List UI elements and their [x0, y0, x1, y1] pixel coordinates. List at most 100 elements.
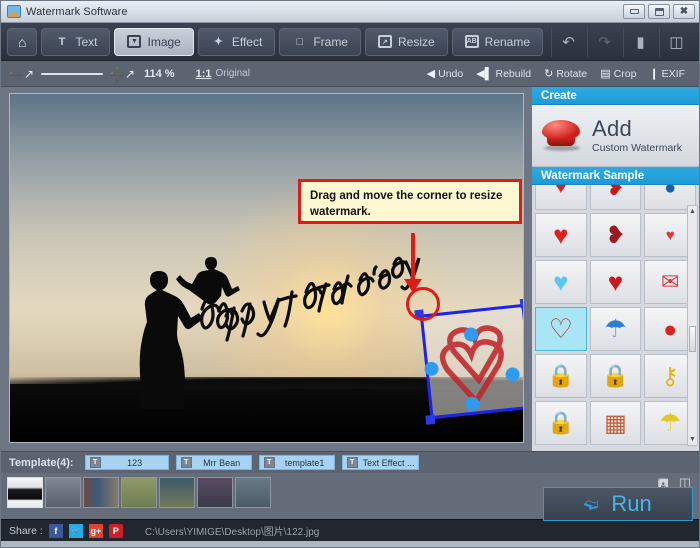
template-bar: Template(4): T 123 T Mrr Bean T template…: [1, 451, 699, 473]
sample-brick-wall[interactable]: ▦: [589, 401, 642, 445]
title-bar: Watermark Software ✖: [1, 1, 699, 23]
sample-scrollbar[interactable]: ▲ ▼: [687, 205, 698, 446]
thumbnail-item[interactable]: [235, 477, 271, 508]
application-window: Watermark Software ✖ ⌂ T Text ▼ Image ✦ …: [0, 0, 700, 548]
minimize-button[interactable]: [623, 4, 645, 19]
zoom-slider[interactable]: [41, 72, 103, 75]
tab-rename[interactable]: AB Rename: [451, 27, 544, 56]
redo-icon[interactable]: ↷: [587, 26, 621, 57]
sample-heart-glossy-red[interactable]: ♥: [535, 213, 587, 257]
exif-action-button[interactable]: ❙ EXIF: [649, 67, 685, 81]
tab-rename-label: Rename: [484, 34, 531, 49]
heart-wings-icon: ♥: [665, 226, 675, 244]
crop-icon: ▤: [600, 68, 611, 80]
tab-effect[interactable]: ✦ Effect: [197, 27, 276, 56]
sample-heart-brush-red[interactable]: ♡: [535, 307, 587, 351]
maximize-button[interactable]: [648, 4, 670, 19]
sample-i-love-you-heart[interactable]: ♥: [589, 260, 642, 304]
thumbnail-item[interactable]: [7, 477, 43, 508]
bottom-bar: 🖪 ◫ ➫ Run: [1, 473, 699, 521]
template-template1[interactable]: T template1: [258, 455, 335, 470]
rebuild-action-label: Rebuild: [495, 67, 532, 80]
sample-padlock-gold[interactable]: 🔒: [535, 354, 587, 398]
image-action-group: ◀ Undo ◀▌ Rebuild ↻ Rotate ▤ Crop ❙ EXIF: [427, 67, 691, 81]
create-section-header: Create: [532, 87, 699, 105]
zoom-bar: ➖↗ ➕↗ 114 % 1:1 Original ◀ Undo ◀▌ Rebui…: [1, 61, 699, 87]
sample-heart-ribbon-red[interactable]: ❥: [589, 185, 642, 210]
main-body: Drag and move the corner to resize water…: [1, 87, 699, 451]
resize-handle-bottom-left[interactable]: [425, 414, 436, 425]
heart-ribbon-red-icon: ❥: [606, 185, 625, 200]
watermark-sample-grid: ♥ ❥ ● ♥ ❥ ♥ ♥ ♥ ✉ ♡ ☂ ● 🔒 🔒 ⚷ 🔒 ▦ ☂ ▲ ▼: [532, 185, 699, 448]
add-sublabel: Custom Watermark: [592, 141, 683, 154]
thumbnail-item[interactable]: [121, 477, 157, 508]
sample-lock-blue[interactable]: 🔒: [589, 354, 642, 398]
padlock-silver-icon: 🔒: [547, 410, 575, 435]
lock-blue-icon: 🔒: [601, 363, 630, 388]
zoom-out-icon[interactable]: ➖↗: [9, 67, 34, 81]
comment-icon[interactable]: ▮: [623, 26, 657, 57]
thumbnail-item[interactable]: [197, 477, 233, 508]
app-icon: [7, 5, 21, 18]
crop-action-button[interactable]: ▤ Crop: [600, 67, 636, 81]
umbrella-blue-icon: ☂: [604, 315, 627, 343]
sample-heart-small-red[interactable]: ♥: [535, 185, 587, 210]
scroll-up-icon[interactable]: ▲: [688, 206, 697, 217]
padlock-gold-icon: 🔒: [547, 363, 575, 388]
frame-icon: □: [296, 35, 304, 48]
template-text-icon: T: [346, 457, 358, 468]
rebuild-action-button[interactable]: ◀▌ Rebuild: [476, 67, 532, 81]
template-mrr-bean[interactable]: T Mrr Bean: [175, 455, 252, 470]
sample-umbrella-blue[interactable]: ☂: [589, 307, 642, 351]
watermark-selection[interactable]: [414, 298, 523, 425]
template-text-effect[interactable]: T Text Effect ...: [341, 455, 420, 470]
thumbnail-item[interactable]: [83, 477, 119, 508]
facebook-icon[interactable]: f: [48, 523, 63, 538]
tab-home[interactable]: ⌂: [7, 27, 38, 56]
thumbnail-strip[interactable]: [7, 477, 271, 508]
run-button[interactable]: ➫ Run: [543, 487, 693, 521]
tab-image-label: Image: [147, 34, 181, 49]
tab-frame[interactable]: □ Frame: [279, 27, 361, 56]
photo-preview[interactable]: [9, 93, 524, 443]
original-ratio-label: 1:1: [195, 67, 212, 80]
zoom-in-icon[interactable]: ➕↗: [110, 67, 135, 81]
brick-wall-icon: ▦: [604, 409, 627, 437]
i-love-you-heart-icon: ♥: [607, 266, 624, 297]
stamp-red-icon: ●: [663, 315, 678, 342]
undo-action-button[interactable]: ◀ Undo: [427, 67, 464, 81]
canvas-area[interactable]: [1, 87, 532, 451]
template-123[interactable]: T 123: [84, 455, 169, 470]
rotate-action-button[interactable]: ↻ Rotate: [544, 67, 587, 81]
template-mrr-bean-label: Mrr Bean: [203, 457, 241, 468]
sample-padlock-silver[interactable]: 🔒: [535, 401, 587, 445]
resize-handle-top-right[interactable]: [519, 298, 523, 309]
heart-brush-red-icon: ♡: [548, 313, 573, 344]
tab-effect-label: Effect: [231, 34, 263, 49]
pinterest-icon[interactable]: P: [108, 523, 123, 538]
callout-arrow-head: [404, 279, 422, 293]
thumbnail-item[interactable]: [45, 477, 81, 508]
close-button[interactable]: ✖: [673, 4, 695, 19]
wand-icon: ✦: [213, 36, 223, 48]
template-text-icon: T: [263, 457, 275, 468]
exif-action-label: EXIF: [661, 67, 685, 80]
add-custom-watermark-button[interactable]: Add Custom Watermark: [532, 105, 699, 167]
template-count-label: Template(4):: [9, 456, 74, 469]
scroll-down-icon[interactable]: ▼: [688, 434, 697, 445]
googleplus-icon[interactable]: g+: [88, 523, 103, 538]
template-text-effect-label: Text Effect ...: [362, 457, 415, 468]
undo-icon[interactable]: ↶: [551, 26, 585, 57]
exif-icon: ❙: [649, 68, 659, 80]
tab-image[interactable]: ▼ Image: [114, 27, 194, 56]
run-label: Run: [611, 491, 652, 516]
tab-text[interactable]: T Text: [41, 27, 111, 56]
thumbnail-item[interactable]: [159, 477, 195, 508]
sample-heart-arrow[interactable]: ❥: [589, 213, 642, 257]
scrollbar-thumb[interactable]: [689, 326, 696, 352]
original-size-button[interactable]: 1:1 Original: [196, 68, 250, 80]
twitter-icon[interactable]: 🐦: [68, 523, 83, 538]
register-icon[interactable]: ◫: [659, 26, 693, 57]
tab-resize[interactable]: ↗ Resize: [364, 27, 448, 56]
sample-heart-blue-glitter[interactable]: ♥: [535, 260, 587, 304]
